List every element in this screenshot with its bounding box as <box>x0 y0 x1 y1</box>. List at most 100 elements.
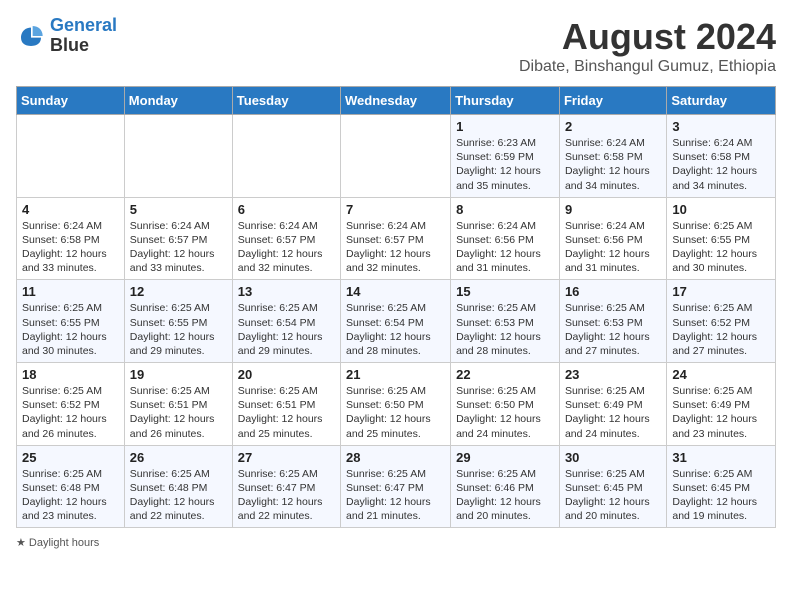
day-number: 7 <box>346 202 445 217</box>
day-info: Sunrise: 6:25 AM Sunset: 6:53 PM Dayligh… <box>565 301 661 358</box>
day-number: 19 <box>130 367 227 382</box>
day-info: Sunrise: 6:24 AM Sunset: 6:57 PM Dayligh… <box>238 219 335 276</box>
footer: ★ Daylight hours <box>16 536 776 549</box>
calendar-cell: 11 Sunrise: 6:25 AM Sunset: 6:55 PM Dayli… <box>17 280 125 363</box>
dow-header-tuesday: Tuesday <box>232 87 340 115</box>
day-number: 8 <box>456 202 554 217</box>
day-info: Sunrise: 6:24 AM Sunset: 6:58 PM Dayligh… <box>672 136 770 193</box>
calendar-cell: 1Sunrise: 6:23 AM Sunset: 6:59 PM Daylig… <box>451 115 560 198</box>
title-block: August 2024 Dibate, Binshangul Gumuz, Et… <box>519 16 776 76</box>
day-info: Sunrise: 6:25 AM Sunset: 6:48 PM Dayligh… <box>22 467 119 524</box>
day-number: 4 <box>22 202 119 217</box>
day-info: Sunrise: 6:25 AM Sunset: 6:55 PM Dayligh… <box>22 301 119 358</box>
day-info: Sunrise: 6:24 AM Sunset: 6:58 PM Dayligh… <box>22 219 119 276</box>
day-info: Sunrise: 6:25 AM Sunset: 6:50 PM Dayligh… <box>346 384 445 441</box>
day-info: Sunrise: 6:25 AM Sunset: 6:51 PM Dayligh… <box>238 384 335 441</box>
day-number: 5 <box>130 202 227 217</box>
day-info: Sunrise: 6:24 AM Sunset: 6:56 PM Dayligh… <box>565 219 661 276</box>
day-number: 23 <box>565 367 661 382</box>
day-info: Sunrise: 6:25 AM Sunset: 6:49 PM Dayligh… <box>672 384 770 441</box>
calendar-cell: 27Sunrise: 6:25 AM Sunset: 6:47 PM Dayli… <box>232 445 340 528</box>
day-number: 26 <box>130 450 227 465</box>
calendar-cell: 30 Sunrise: 6:25 AM Sunset: 6:45 PM Dayli… <box>559 445 666 528</box>
logo-line2: Blue <box>50 36 117 56</box>
calendar-cell: 20 Sunrise: 6:25 AM Sunset: 6:51 PM Dayli… <box>232 363 340 446</box>
calendar-cell <box>232 115 340 198</box>
day-number: 31 <box>672 450 770 465</box>
day-number: 9 <box>565 202 661 217</box>
calendar-cell: 23 Sunrise: 6:25 AM Sunset: 6:49 PM Dayli… <box>559 363 666 446</box>
day-number: 10 <box>672 202 770 217</box>
main-title: August 2024 <box>519 16 776 58</box>
logo-text: General Blue <box>50 16 117 56</box>
day-info: Sunrise: 6:25 AM Sunset: 6:52 PM Dayligh… <box>672 301 770 358</box>
day-number: 13 <box>238 284 335 299</box>
calendar-cell: 16 Sunrise: 6:25 AM Sunset: 6:53 PM Dayli… <box>559 280 666 363</box>
calendar-cell: 28Sunrise: 6:25 AM Sunset: 6:47 PM Dayli… <box>341 445 451 528</box>
day-number: 20 <box>238 367 335 382</box>
day-number: 3 <box>672 119 770 134</box>
day-info: Sunrise: 6:24 AM Sunset: 6:58 PM Dayligh… <box>565 136 661 193</box>
calendar-cell: 2 Sunrise: 6:24 AM Sunset: 6:58 PM Daylig… <box>559 115 666 198</box>
calendar-cell: 24 Sunrise: 6:25 AM Sunset: 6:49 PM Dayli… <box>667 363 776 446</box>
day-number: 27 <box>238 450 335 465</box>
calendar-cell: 26Sunrise: 6:25 AM Sunset: 6:48 PM Dayli… <box>124 445 232 528</box>
dow-header-monday: Monday <box>124 87 232 115</box>
calendar-cell: 22 Sunrise: 6:25 AM Sunset: 6:50 PM Dayli… <box>451 363 560 446</box>
dow-header-saturday: Saturday <box>667 87 776 115</box>
day-info: Sunrise: 6:25 AM Sunset: 6:54 PM Dayligh… <box>346 301 445 358</box>
logo-line1: General <box>50 15 117 35</box>
footer-text: Daylight hours <box>29 537 99 549</box>
calendar-cell: 21Sunrise: 6:25 AM Sunset: 6:50 PM Dayli… <box>341 363 451 446</box>
day-info: Sunrise: 6:25 AM Sunset: 6:50 PM Dayligh… <box>456 384 554 441</box>
day-info: Sunrise: 6:25 AM Sunset: 6:54 PM Dayligh… <box>238 301 335 358</box>
calendar-cell: 4 Sunrise: 6:24 AM Sunset: 6:58 PM Daylig… <box>17 197 125 280</box>
subtitle: Dibate, Binshangul Gumuz, Ethiopia <box>519 58 776 76</box>
day-info: Sunrise: 6:25 AM Sunset: 6:47 PM Dayligh… <box>346 467 445 524</box>
day-number: 12 <box>130 284 227 299</box>
day-info: Sunrise: 6:25 AM Sunset: 6:45 PM Dayligh… <box>672 467 770 524</box>
day-number: 25 <box>22 450 119 465</box>
calendar-cell <box>17 115 125 198</box>
calendar-cell: 5 Sunrise: 6:24 AM Sunset: 6:57 PM Daylig… <box>124 197 232 280</box>
day-info: Sunrise: 6:25 AM Sunset: 6:46 PM Dayligh… <box>456 467 554 524</box>
logo-icon <box>16 21 46 51</box>
day-number: 1 <box>456 119 554 134</box>
day-number: 16 <box>565 284 661 299</box>
calendar-cell: 3 Sunrise: 6:24 AM Sunset: 6:58 PM Daylig… <box>667 115 776 198</box>
dow-header-thursday: Thursday <box>451 87 560 115</box>
page-header: General Blue August 2024 Dibate, Binshan… <box>16 16 776 76</box>
calendar-cell: 10 Sunrise: 6:25 AM Sunset: 6:55 PM Dayli… <box>667 197 776 280</box>
logo: General Blue <box>16 16 117 56</box>
day-number: 15 <box>456 284 554 299</box>
day-info: Sunrise: 6:25 AM Sunset: 6:55 PM Dayligh… <box>130 301 227 358</box>
day-info: Sunrise: 6:24 AM Sunset: 6:57 PM Dayligh… <box>130 219 227 276</box>
day-info: Sunrise: 6:25 AM Sunset: 6:51 PM Dayligh… <box>130 384 227 441</box>
day-info: Sunrise: 6:25 AM Sunset: 6:53 PM Dayligh… <box>456 301 554 358</box>
day-info: Sunrise: 6:25 AM Sunset: 6:49 PM Dayligh… <box>565 384 661 441</box>
calendar-cell: 29 Sunrise: 6:25 AM Sunset: 6:46 PM Dayli… <box>451 445 560 528</box>
calendar-cell: 7Sunrise: 6:24 AM Sunset: 6:57 PM Daylig… <box>341 197 451 280</box>
day-number: 22 <box>456 367 554 382</box>
day-number: 2 <box>565 119 661 134</box>
calendar-cell: 9 Sunrise: 6:24 AM Sunset: 6:56 PM Daylig… <box>559 197 666 280</box>
calendar-cell: 6 Sunrise: 6:24 AM Sunset: 6:57 PM Daylig… <box>232 197 340 280</box>
calendar-cell: 25 Sunrise: 6:25 AM Sunset: 6:48 PM Dayli… <box>17 445 125 528</box>
day-number: 24 <box>672 367 770 382</box>
day-info: Sunrise: 6:25 AM Sunset: 6:45 PM Dayligh… <box>565 467 661 524</box>
day-number: 11 <box>22 284 119 299</box>
calendar-cell: 12 Sunrise: 6:25 AM Sunset: 6:55 PM Dayli… <box>124 280 232 363</box>
calendar-cell <box>341 115 451 198</box>
calendar-cell: 31 Sunrise: 6:25 AM Sunset: 6:45 PM Dayli… <box>667 445 776 528</box>
day-info: Sunrise: 6:25 AM Sunset: 6:55 PM Dayligh… <box>672 219 770 276</box>
calendar-cell: 19 Sunrise: 6:25 AM Sunset: 6:51 PM Dayli… <box>124 363 232 446</box>
dow-header-wednesday: Wednesday <box>341 87 451 115</box>
calendar-cell: 8Sunrise: 6:24 AM Sunset: 6:56 PM Daylig… <box>451 197 560 280</box>
day-number: 30 <box>565 450 661 465</box>
calendar-table: SundayMondayTuesdayWednesdayThursdayFrid… <box>16 86 776 528</box>
day-number: 6 <box>238 202 335 217</box>
day-info: Sunrise: 6:25 AM Sunset: 6:52 PM Dayligh… <box>22 384 119 441</box>
day-number: 29 <box>456 450 554 465</box>
calendar-cell: 18Sunrise: 6:25 AM Sunset: 6:52 PM Dayli… <box>17 363 125 446</box>
calendar-cell: 14Sunrise: 6:25 AM Sunset: 6:54 PM Dayli… <box>341 280 451 363</box>
